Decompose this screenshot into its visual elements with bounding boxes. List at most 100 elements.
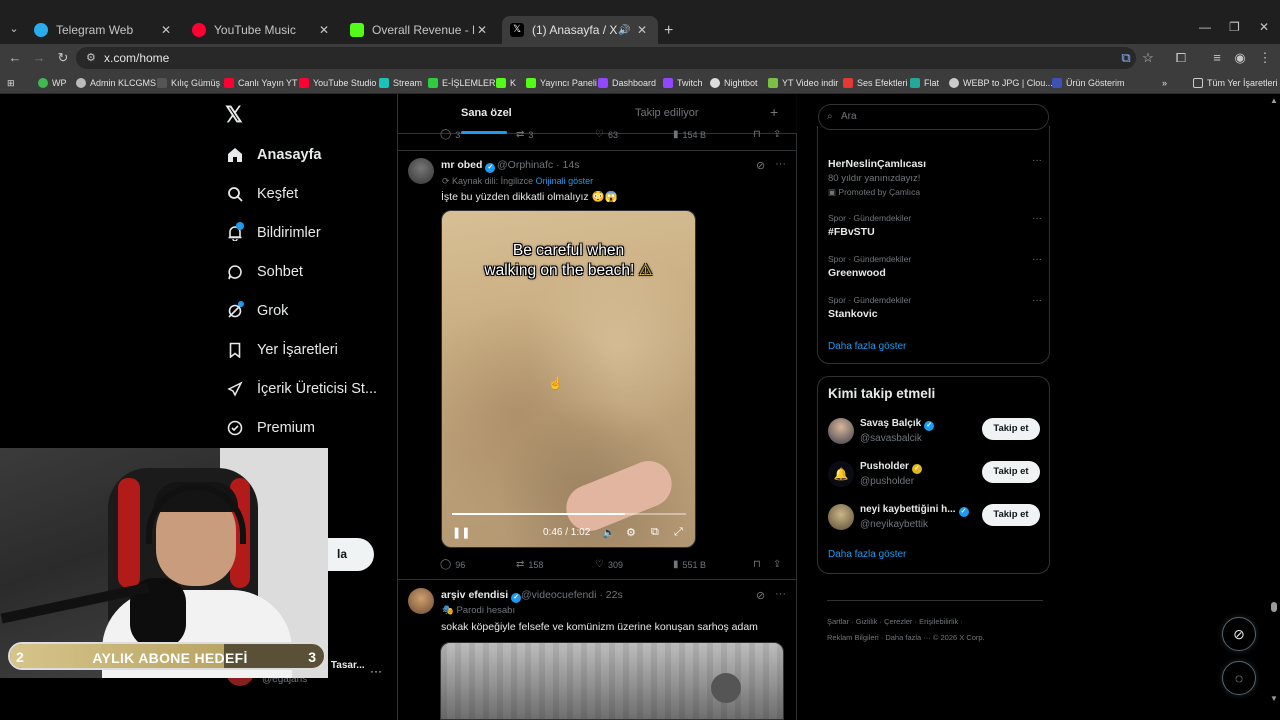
bookmark-item[interactable]: WEBP to JPG | Clou... <box>949 76 1053 90</box>
like-button[interactable]: ♡ 63 <box>595 129 618 140</box>
follow-suggestion[interactable]: Savaş Balçık ✓ @savasbalcik Takip et <box>828 416 1040 452</box>
x-logo-icon[interactable]: 𝕏 <box>225 104 247 126</box>
show-more-trends-link[interactable]: Daha fazla göster <box>828 341 906 352</box>
reply-button[interactable]: ◯ 96 <box>440 559 465 570</box>
reply-button[interactable]: ◯ 3 <box>440 129 460 140</box>
tab-telegram[interactable]: Telegram Web ✕ <box>26 16 182 44</box>
pusholder-avatar-icon[interactable]: 🔔 <box>828 461 854 487</box>
sidebar-item-creator-studio[interactable]: İçerik Üreticisi St... <box>226 377 377 401</box>
bookmark-tweet-button[interactable]: ⊓ <box>753 559 765 570</box>
follow-button[interactable]: Takip et <box>982 418 1040 440</box>
bookmark-item[interactable]: WP <box>38 76 67 90</box>
avatar[interactable] <box>408 588 434 614</box>
sidebar-item-explore[interactable]: Keşfet <box>226 182 298 206</box>
scroll-down-icon[interactable]: ▼ <box>1270 694 1278 703</box>
site-info-icon[interactable]: ⚙ <box>86 47 96 69</box>
bookmark-item[interactable]: YT Video indir <box>768 76 838 90</box>
more-icon[interactable]: ··· <box>1032 155 1042 166</box>
more-icon[interactable]: ··· <box>1032 213 1042 224</box>
repost-button[interactable]: ⇄ 3 <box>516 129 533 140</box>
avatar[interactable] <box>408 158 434 184</box>
page-scrollbar[interactable]: ▲ ▼ <box>1268 94 1280 720</box>
bookmark-tweet-button[interactable]: ⊓ <box>753 129 765 140</box>
maximize-icon[interactable]: ❐ <box>1229 20 1240 34</box>
views-button[interactable]: ▮ 154 B <box>673 129 706 140</box>
show-original-link[interactable]: Orijinali göster <box>536 176 594 186</box>
more-bookmarks-chevron-icon[interactable]: » <box>1162 76 1167 90</box>
menu-kebab-icon[interactable]: ⋮ <box>1255 48 1275 68</box>
sidebar-item-notifications[interactable]: Bildirimler <box>226 221 321 245</box>
translate-icon[interactable]: ⧉ <box>1116 48 1136 68</box>
bookmark-item[interactable]: E-İŞLEMLER <box>428 76 496 90</box>
sidebar-item-home[interactable]: Anasayfa <box>226 143 321 167</box>
bookmark-item[interactable]: Twitch <box>663 76 703 90</box>
close-tab-icon[interactable]: ✕ <box>474 23 490 37</box>
address-bar[interactable]: ⚙ x.com/home <box>76 47 1136 69</box>
more-icon[interactable]: ··· <box>775 588 786 600</box>
video-progress-bar[interactable] <box>452 513 686 515</box>
share-button[interactable]: ⇪ <box>773 129 785 140</box>
author-handle[interactable]: @videocuefendi <box>521 589 596 601</box>
footer-line[interactable]: Reklam Bilgileri · Daha fazla ··· © 2026… <box>827 630 1047 646</box>
bookmark-item[interactable]: Dashboard <box>598 76 656 90</box>
share-button[interactable]: ⇪ <box>773 559 785 570</box>
bookmark-item[interactable]: Nightbot <box>710 76 758 90</box>
apps-grid-icon[interactable]: ⊞ <box>7 76 15 90</box>
grok-explain-icon[interactable]: ⊘ <box>756 589 765 602</box>
video-player[interactable]: Be careful when walking on the beach! ⚠ … <box>441 210 696 548</box>
follow-suggestion[interactable]: neyi kaybettiğini h... ✓ @neyikaybettik T… <box>828 502 1040 538</box>
add-tab-icon[interactable]: + <box>770 104 778 120</box>
show-more-follow-link[interactable]: Daha fazla göster <box>828 549 906 560</box>
settings-gear-icon[interactable]: ⚙ <box>626 526 636 539</box>
bookmark-item[interactable]: Stream <box>379 76 422 90</box>
star-icon[interactable]: ☆ <box>1138 48 1158 68</box>
tweet-time[interactable]: · 22s <box>599 589 622 601</box>
more-icon[interactable]: ··· <box>775 158 786 170</box>
scrollbar-thumb[interactable] <box>1271 602 1277 612</box>
tab-youtube-music[interactable]: YouTube Music ✕ <box>184 16 340 44</box>
tweet-author[interactable]: arşiv efendisi ✓ <box>441 589 524 603</box>
search-input[interactable]: ⌕ Ara <box>818 104 1049 130</box>
footer-line[interactable]: Şartlar · Gizlilik · Çerezler · Erişileb… <box>827 614 1047 630</box>
speaker-icon[interactable]: 🔊 <box>618 25 634 36</box>
bookmark-item[interactable]: K <box>496 76 516 90</box>
bookmark-item[interactable]: YouTube Studio <box>299 76 376 90</box>
views-button[interactable]: ▮ 551 B <box>673 559 706 570</box>
tab-kick-dashboard[interactable]: Overall Revenue - Kick Dashboa ✕ <box>342 16 498 44</box>
sidebar-item-premium[interactable]: Premium <box>226 416 315 440</box>
messages-fab-icon[interactable]: ◌ <box>1222 661 1256 695</box>
trend-item[interactable]: Spor · Gündemdekiler Greenwood ··· <box>828 254 1042 279</box>
tab-for-you[interactable]: Sana özel <box>461 107 512 119</box>
tweet-video-thumbnail[interactable] <box>440 642 784 720</box>
profile-avatar-icon[interactable]: ◉ <box>1230 48 1250 68</box>
sidebar-item-grok[interactable]: Grok <box>226 299 288 323</box>
bookmark-item[interactable]: Flat <box>910 76 939 90</box>
trend-item[interactable]: Spor · Gündemdekiler #FBvSTU ··· <box>828 213 1042 238</box>
trend-item[interactable]: HerNeslinÇamlıcası 80 yıldır yanınızdayı… <box>828 155 1042 198</box>
close-tab-icon[interactable]: ✕ <box>634 23 650 37</box>
follow-suggestion[interactable]: 🔔 Pusholder ✓ @pusholder Takip et <box>828 459 1040 495</box>
grok-fab-icon[interactable]: ⊘ <box>1222 617 1256 651</box>
extensions-icon[interactable]: ⧠ <box>1171 48 1191 68</box>
bookmark-item[interactable]: Ses Efektleri <box>843 76 908 90</box>
avatar[interactable] <box>828 504 854 530</box>
avatar[interactable] <box>828 418 854 444</box>
more-icon[interactable]: ··· <box>370 664 382 678</box>
scroll-up-icon[interactable]: ▲ <box>1270 96 1278 105</box>
tweet-time[interactable]: · 14s <box>556 159 579 171</box>
close-tab-icon[interactable]: ✕ <box>158 23 174 37</box>
close-tab-icon[interactable]: ✕ <box>316 23 332 37</box>
minimize-icon[interactable]: — <box>1199 20 1211 34</box>
follow-button[interactable]: Takip et <box>982 504 1040 526</box>
trend-item[interactable]: Spor · Gündemdekiler Stankovic ··· <box>828 295 1042 320</box>
all-bookmarks[interactable]: Tüm Yer İşaretleri <box>1193 76 1278 90</box>
media-control-icon[interactable]: ≡ <box>1207 48 1227 68</box>
pause-icon[interactable]: ❚❚ <box>452 526 470 539</box>
reload-icon[interactable]: ↻ <box>53 48 73 68</box>
sidebar-item-bookmarks[interactable]: Yer İşaretleri <box>226 338 338 362</box>
like-button[interactable]: ♡ 309 <box>595 559 623 570</box>
sidebar-item-chat[interactable]: Sohbet <box>226 260 303 284</box>
bookmark-item[interactable]: Yayıncı Paneli <box>526 76 597 90</box>
repost-button[interactable]: ⇄ 158 <box>516 559 543 570</box>
author-handle[interactable]: @Orphinafc <box>497 159 553 171</box>
